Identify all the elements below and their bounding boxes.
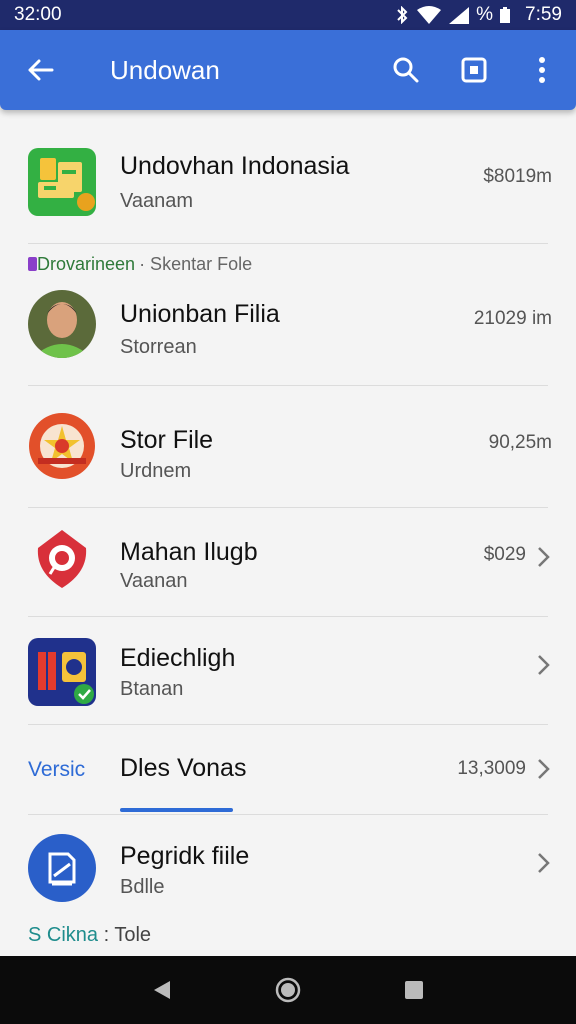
- item-subtitle: Urdnem: [120, 460, 192, 482]
- item-name: Stor File: [120, 426, 214, 454]
- divider: [28, 724, 548, 725]
- item-size: 13,3009: [457, 758, 526, 779]
- chevron-right-icon: [538, 547, 550, 567]
- battery-icon: [500, 7, 511, 23]
- profile-avatar: [28, 290, 96, 358]
- list-item[interactable]: Undovhan Indonasia Vaanam $8019m: [0, 130, 576, 240]
- status-time: 32:00: [14, 4, 62, 25]
- select-button[interactable]: [440, 30, 508, 110]
- divider: [28, 616, 548, 617]
- footer-accent: S Cikna: [28, 924, 99, 946]
- back-button[interactable]: [0, 30, 80, 110]
- nav-recents-button[interactable]: [404, 980, 424, 1000]
- item-subtitle: Storrean: [120, 336, 197, 358]
- item-name: Undovhan Indonasia: [120, 152, 350, 180]
- item-name: Mahan Ilugb: [120, 538, 258, 566]
- item-size: 90,25m: [488, 432, 552, 453]
- section-dot-icon: [28, 257, 37, 271]
- chevron-right-icon: [538, 853, 550, 873]
- section-header: Drovarineen · Skentar Fole: [28, 254, 252, 275]
- divider: [28, 814, 548, 815]
- media-app-icon: [28, 638, 96, 706]
- wifi-icon: [417, 6, 442, 24]
- divider: [28, 385, 548, 386]
- edit-document-icon: [28, 834, 96, 902]
- footer-rest: : Tole: [98, 924, 152, 946]
- chevron-right-icon: [538, 759, 550, 779]
- item-size: $8019m: [483, 166, 552, 187]
- item-size: 21029 im: [473, 308, 552, 329]
- item-name: Dles Vonas: [120, 754, 247, 782]
- crop-square-icon: [461, 57, 487, 83]
- divider: [28, 507, 548, 508]
- nav-home-button[interactable]: [275, 977, 301, 1003]
- divider: [28, 243, 548, 244]
- system-nav-bar: [0, 956, 576, 1024]
- section-suffix: · Skentar Fole: [139, 254, 253, 274]
- list-item[interactable]: Unionban Filia Storrean 21029 im: [0, 278, 576, 386]
- list-item[interactable]: Mahan Ilugb Vaanan $029: [0, 512, 576, 616]
- list-item[interactable]: Stor File Urdnem 90,25m: [0, 390, 576, 508]
- app-bar: Undowan: [0, 30, 576, 110]
- status-time-right: 7:59: [525, 4, 562, 25]
- battery-percent: %: [476, 4, 494, 25]
- arrow-back-icon: [28, 59, 54, 81]
- chevron-right-icon: [538, 655, 550, 675]
- footer-label: S Cikna : Tole: [28, 924, 151, 947]
- item-name: Ediechligh: [120, 644, 236, 672]
- list-item[interactable]: Pegridk fiile Bdlle: [0, 818, 576, 922]
- status-icons: % 7:59: [394, 4, 562, 26]
- item-subtitle: Bdlle: [120, 876, 165, 898]
- nav-back-button[interactable]: [152, 979, 172, 1001]
- section-prefix: Drovarineen: [37, 254, 136, 274]
- page-title: Undowan: [110, 54, 220, 85]
- list-item[interactable]: Ediechligh Btanan: [0, 620, 576, 724]
- folder-app-icon: [28, 148, 96, 216]
- more-options-button[interactable]: [508, 30, 576, 110]
- item-name: Unionban Filia: [120, 300, 280, 328]
- item-name: Pegridk fiile: [120, 842, 250, 870]
- star-badge-icon: [28, 412, 96, 480]
- item-size: $029: [483, 544, 526, 565]
- version-label: Versic: [28, 758, 86, 781]
- item-subtitle: Vaanam: [120, 190, 194, 212]
- search-button[interactable]: [372, 30, 440, 110]
- item-subtitle: Vaanan: [120, 570, 188, 592]
- status-bar: 32:00 % 7:59: [0, 0, 576, 30]
- signal-icon: [449, 7, 470, 24]
- selected-tab-indicator: [120, 808, 233, 812]
- list-item[interactable]: Versic Dles Vonas 13,3009: [0, 728, 576, 814]
- location-pin-icon: [28, 526, 96, 594]
- more-vert-icon: [539, 57, 545, 83]
- item-subtitle: Btanan: [120, 678, 184, 700]
- search-icon: [393, 57, 419, 83]
- bluetooth-icon: [397, 6, 408, 24]
